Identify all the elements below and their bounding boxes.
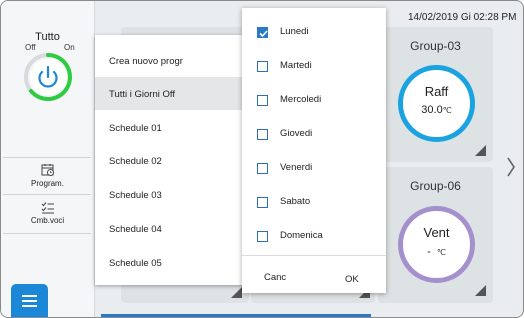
checkbox[interactable] [257, 197, 268, 208]
sidebar-item-label: Program. [31, 179, 64, 188]
mode-ring: Raff 30.0℃ [398, 65, 475, 142]
checklist-icon [41, 202, 54, 214]
day-option-giovedi[interactable]: Giovedi [242, 119, 386, 151]
chevron-right-icon[interactable] [506, 156, 516, 178]
mode-label: Vent [423, 225, 450, 240]
sidebar-divider [3, 194, 91, 195]
card-corner-icon [231, 287, 242, 298]
card-corner-icon [475, 145, 486, 156]
day-option-martedi[interactable]: Martedi [242, 51, 386, 83]
checkbox[interactable] [257, 129, 268, 140]
day-option-domenica[interactable]: Domenica [242, 221, 386, 253]
checkmark-icon [259, 30, 268, 38]
group-title: Group-03 [410, 39, 461, 53]
checkbox[interactable] [257, 163, 268, 174]
sidebar-divider [3, 233, 91, 234]
sidebar: Tutto Off On Program. Cmb.voci [1, 1, 95, 317]
app-window: Tutto Off On Program. Cmb.voci 14/02/201… [0, 0, 524, 318]
power-toggle-dial[interactable] [22, 51, 74, 103]
menu-item-schedule-02[interactable]: Schedule 02 [95, 144, 243, 177]
checkbox[interactable] [257, 95, 268, 106]
day-label: Giovedi [280, 128, 313, 139]
menu-item-create-program[interactable]: Crea nuovo progr [95, 44, 243, 77]
unit-label: ℃ [436, 248, 446, 257]
main-menu-button[interactable] [11, 284, 48, 317]
hamburger-menu-icon [22, 295, 37, 297]
temperature-value: - ℃ [427, 246, 446, 258]
temperature-value: 30.0℃ [421, 104, 452, 116]
checkbox[interactable] [257, 231, 268, 242]
day-label: Sabato [280, 196, 311, 207]
day-option-venerdi[interactable]: Venerdi [242, 153, 386, 185]
calendar-clock-icon [41, 164, 54, 176]
ok-button[interactable]: OK [345, 274, 359, 285]
card-corner-icon [475, 285, 486, 296]
mode-label: Raff [424, 84, 449, 99]
mode-ring: Vent - ℃ [398, 206, 475, 283]
day-label: Lunedi [280, 26, 309, 37]
schedule-menu: Crea nuovo progr Tutti i Giorni Off Sche… [95, 35, 243, 285]
menu-item-schedule-04[interactable]: Schedule 04 [95, 212, 243, 245]
sidebar-divider [3, 157, 91, 158]
sidebar-item-program[interactable]: Program. [1, 163, 94, 188]
group-title: Group-06 [410, 179, 461, 193]
sidebar-item-cmb-voci[interactable]: Cmb.voci [1, 201, 94, 225]
day-option-mercoledi[interactable]: Mercoledi [242, 85, 386, 117]
day-label: Mercoledi [280, 94, 322, 105]
menu-item-schedule-03[interactable]: Schedule 03 [95, 178, 243, 211]
group-card-group-03[interactable]: Group-03 Raff 30.0℃ [378, 27, 493, 162]
date-time: 14/02/2019 Gi 02:28 PM [408, 12, 517, 23]
day-label: Venerdi [280, 162, 313, 173]
day-selection-menu: Lunedi Martedi Mercoledi Giovedi Venerdi… [242, 8, 386, 293]
day-label: Domenica [280, 230, 323, 241]
sidebar-item-label: Cmb.voci [30, 216, 65, 225]
day-option-sabato[interactable]: Sabato [242, 187, 386, 219]
unit-label: ℃ [442, 106, 452, 115]
checkbox[interactable] [257, 27, 268, 38]
group-card-group-06[interactable]: Group-06 Vent - ℃ [378, 167, 493, 303]
menu-item-all-days-off[interactable]: Tutti i Giorni Off [95, 77, 243, 110]
checkbox[interactable] [257, 61, 268, 72]
menu-item-schedule-01[interactable]: Schedule 01 [95, 111, 243, 144]
dialog-divider [242, 255, 386, 256]
power-title: Tutto [35, 31, 60, 43]
menu-item-schedule-05[interactable]: Schedule 05 [95, 246, 243, 279]
day-option-lunedi[interactable]: Lunedi [242, 17, 386, 49]
day-label: Martedi [280, 60, 312, 71]
cancel-button[interactable]: Canc [264, 272, 286, 283]
page-indicator [101, 314, 371, 317]
